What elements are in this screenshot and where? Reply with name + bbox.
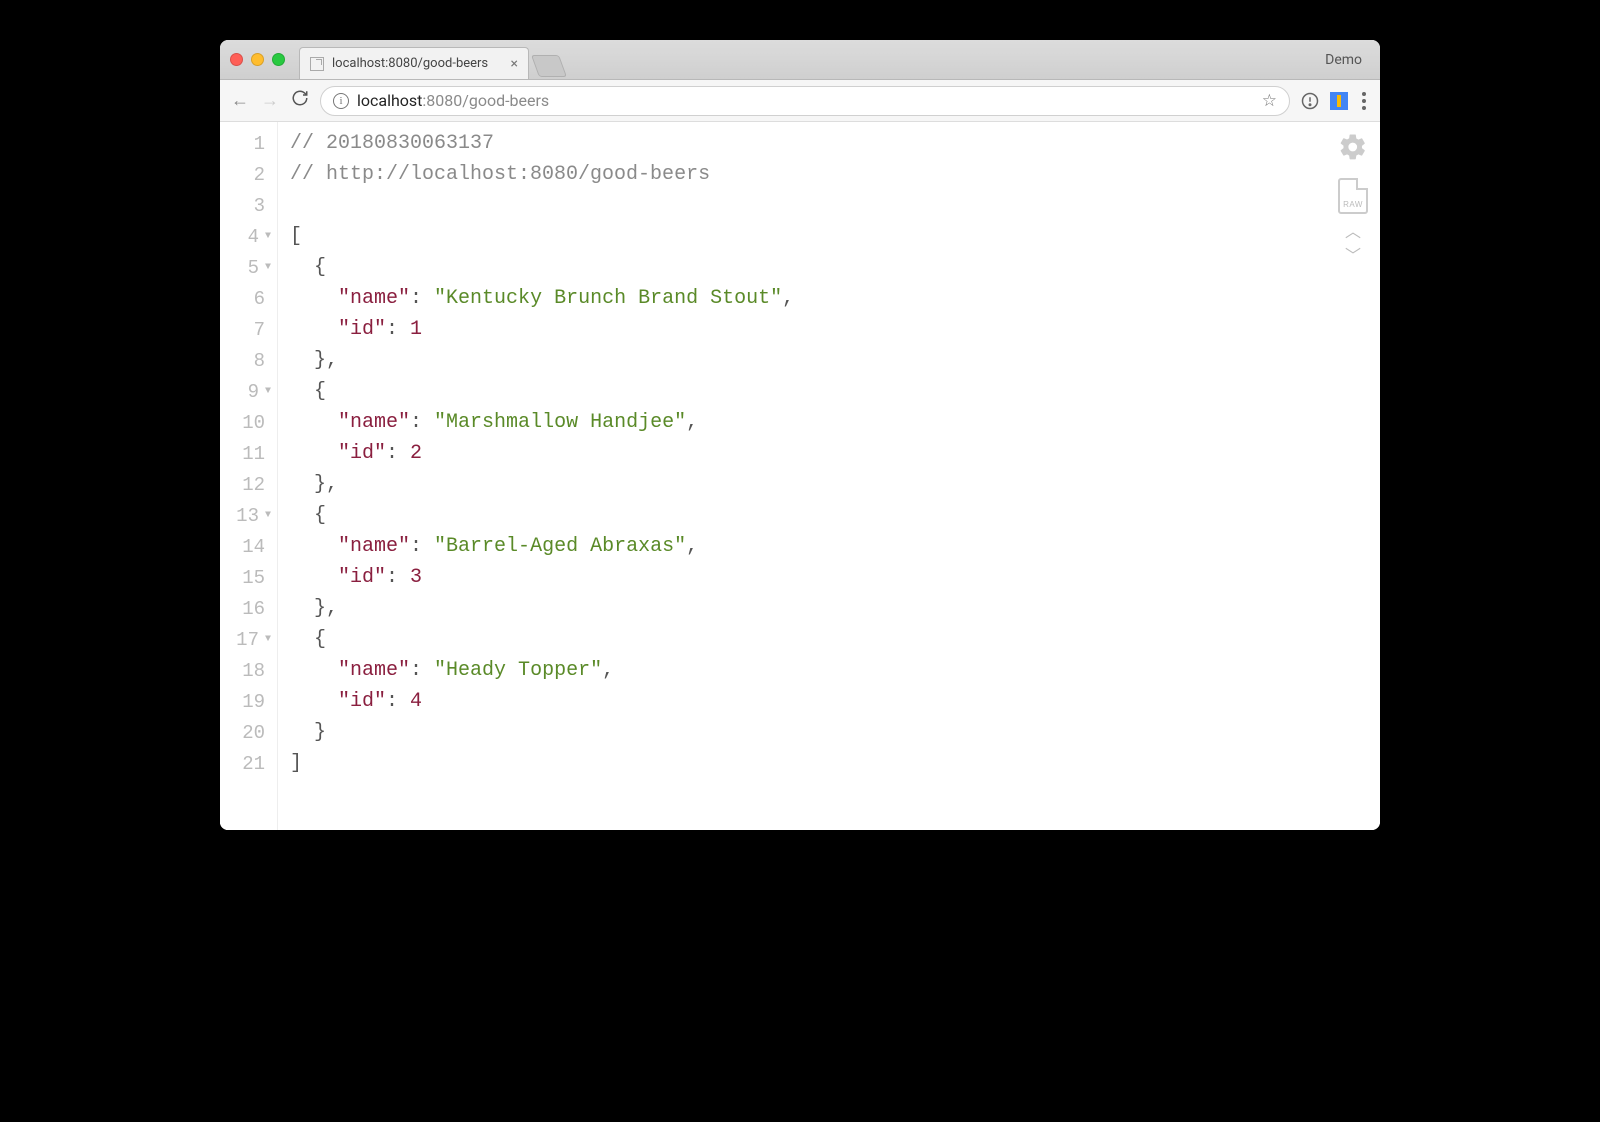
expand-down-icon[interactable]: ﹀ xyxy=(1345,250,1361,262)
code-line: }, xyxy=(290,593,1380,624)
tab-bar: localhost:8080/good-beers × Demo xyxy=(220,40,1380,80)
forward-button[interactable]: → xyxy=(260,90,280,111)
line-number: 8 xyxy=(220,345,277,376)
address-bar[interactable]: i localhost:8080/good-beers ☆ xyxy=(320,86,1290,116)
code-line: "name": "Kentucky Brunch Brand Stout", xyxy=(290,283,1380,314)
code-line: }, xyxy=(290,469,1380,500)
code-line: "name": "Heady Topper", xyxy=(290,655,1380,686)
site-info-icon[interactable]: i xyxy=(333,93,349,109)
close-tab-button[interactable]: × xyxy=(511,56,518,72)
line-number: 16 xyxy=(220,593,277,624)
line-number: 11 xyxy=(220,438,277,469)
line-number: 17▼ xyxy=(220,624,277,655)
code-line: { xyxy=(290,376,1380,407)
line-number: 19 xyxy=(220,686,277,717)
line-number: 18 xyxy=(220,655,277,686)
file-icon xyxy=(310,57,324,71)
line-number: 7 xyxy=(220,314,277,345)
fold-toggle-icon[interactable]: ▼ xyxy=(265,262,271,273)
page-content: 1234▼5▼6789▼10111213▼14151617▼18192021 /… xyxy=(220,122,1380,830)
tab-title: localhost:8080/good-beers xyxy=(332,56,488,71)
gear-icon[interactable] xyxy=(1338,132,1368,166)
json-viewer: // 20180830063137// http://localhost:808… xyxy=(278,122,1380,830)
line-number: 5▼ xyxy=(220,252,277,283)
code-line: // http://localhost:8080/good-beers xyxy=(290,159,1380,190)
code-line: { xyxy=(290,500,1380,531)
line-number: 4▼ xyxy=(220,221,277,252)
browser-tab[interactable]: localhost:8080/good-beers × xyxy=(299,47,529,79)
line-number: 13▼ xyxy=(220,500,277,531)
line-number: 12 xyxy=(220,469,277,500)
profile-label[interactable]: Demo xyxy=(1325,52,1370,68)
code-line: "name": "Barrel-Aged Abraxas", xyxy=(290,531,1380,562)
close-window-button[interactable] xyxy=(230,53,243,66)
line-number: 21 xyxy=(220,748,277,779)
code-line: { xyxy=(290,252,1380,283)
code-line: [ xyxy=(290,221,1380,252)
window-controls xyxy=(230,53,285,66)
line-number: 10 xyxy=(220,407,277,438)
line-number: 20 xyxy=(220,717,277,748)
new-tab-button[interactable] xyxy=(531,55,567,77)
menu-button[interactable] xyxy=(1358,92,1370,110)
code-line: "id": 4 xyxy=(290,686,1380,717)
code-line: "id": 2 xyxy=(290,438,1380,469)
fold-toggle-icon[interactable]: ▼ xyxy=(265,231,271,242)
toolbar: ← → i localhost:8080/good-beers ☆ xyxy=(220,80,1380,122)
fold-toggle-icon[interactable]: ▼ xyxy=(265,386,271,397)
minimize-window-button[interactable] xyxy=(251,53,264,66)
code-line: "name": "Marshmallow Handjee", xyxy=(290,407,1380,438)
code-line: // 20180830063137 xyxy=(290,128,1380,159)
line-number: 14 xyxy=(220,531,277,562)
line-number: 1 xyxy=(220,128,277,159)
url-text: localhost:8080/good-beers xyxy=(357,91,549,110)
code-line: { xyxy=(290,624,1380,655)
line-number: 6 xyxy=(220,283,277,314)
line-number: 15 xyxy=(220,562,277,593)
back-button[interactable]: ← xyxy=(230,90,250,111)
bookmark-star-icon[interactable]: ☆ xyxy=(1262,91,1277,111)
line-number: 3 xyxy=(220,190,277,221)
code-line: } xyxy=(290,717,1380,748)
collapse-up-icon[interactable]: ︿ xyxy=(1345,226,1361,238)
fold-toggle-icon[interactable]: ▼ xyxy=(265,634,271,645)
fold-toggle-icon[interactable]: ▼ xyxy=(265,510,271,521)
code-line xyxy=(290,190,1380,221)
code-line: }, xyxy=(290,345,1380,376)
viewer-controls: RAW ︿ ﹀ xyxy=(1338,132,1368,262)
line-gutter: 1234▼5▼6789▼10111213▼14151617▼18192021 xyxy=(220,122,278,830)
line-number: 9▼ xyxy=(220,376,277,407)
raw-button[interactable]: RAW xyxy=(1338,178,1368,214)
code-line: "id": 1 xyxy=(290,314,1380,345)
extension-icon[interactable] xyxy=(1330,92,1348,110)
maximize-window-button[interactable] xyxy=(272,53,285,66)
line-number: 2 xyxy=(220,159,277,190)
alert-icon[interactable] xyxy=(1300,91,1320,111)
reload-button[interactable] xyxy=(290,89,310,112)
code-line: ] xyxy=(290,748,1380,779)
browser-window: localhost:8080/good-beers × Demo ← → i l… xyxy=(220,40,1380,830)
code-line: "id": 3 xyxy=(290,562,1380,593)
